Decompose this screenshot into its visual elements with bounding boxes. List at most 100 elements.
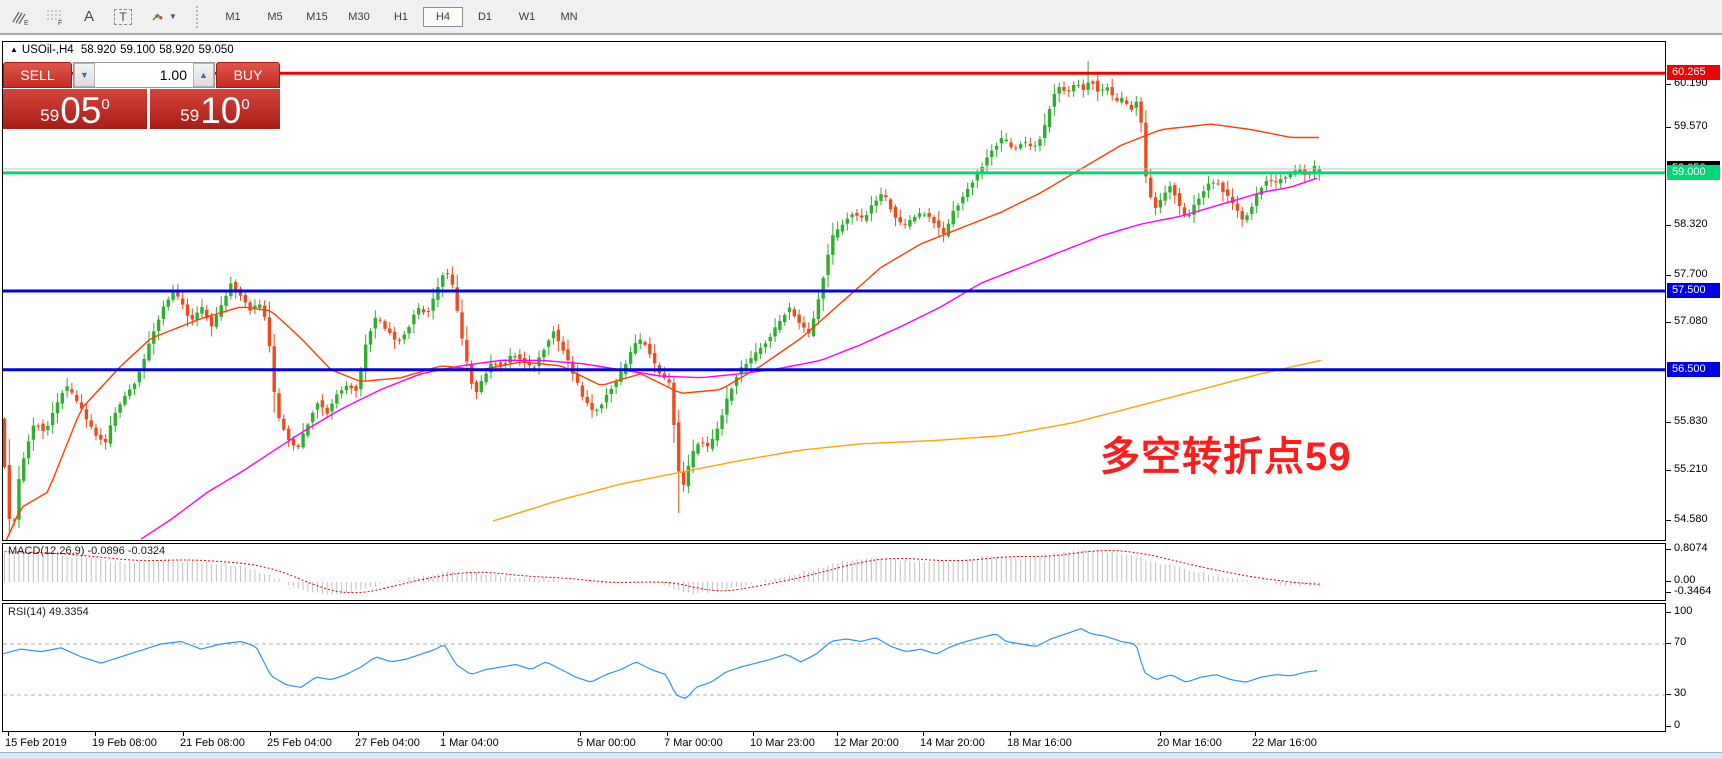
axis-label-30: 30 (1674, 687, 1686, 701)
date-tick (270, 732, 271, 736)
chart-text-annotation[interactable]: 多空转折点59 (1100, 424, 1352, 482)
date-tick (95, 732, 96, 736)
axis-tick (1666, 592, 1671, 593)
timeframe-buttons: M1M5M15M30H1H4D1W1MN (212, 7, 590, 27)
rsi-label: RSI(14) 49.3354 (8, 606, 89, 618)
axis-label-57.080: 57.080 (1674, 315, 1708, 329)
axis-tick (1666, 549, 1671, 550)
timeframe-button-m5[interactable]: M5 (255, 7, 295, 27)
grid-icon[interactable]: F (42, 5, 68, 29)
date-tick (1255, 732, 1256, 736)
axis-tick (1666, 322, 1671, 323)
date-label: 1 Mar 04:00 (440, 737, 499, 749)
buy-price-prefix: 59 (180, 107, 199, 124)
date-label: 25 Feb 04:00 (267, 737, 332, 749)
date-label: 18 Mar 16:00 (1007, 737, 1072, 749)
buy-price-main: 10 (200, 96, 241, 126)
chevron-down-icon: ▼ (169, 12, 177, 21)
date-tick (753, 732, 754, 736)
sell-button[interactable]: SELL (3, 62, 72, 88)
arrows-icon[interactable]: ▼ (144, 5, 182, 29)
axis-tick (1666, 422, 1671, 423)
sell-price-sup: 0 (101, 97, 109, 112)
volume-increase-button[interactable]: ▲ (193, 63, 214, 87)
ohlc-close: 59.050 (198, 44, 233, 56)
sell-price-main: 05 (60, 96, 101, 126)
date-label: 19 Feb 08:00 (92, 737, 157, 749)
axis-tick (1666, 643, 1671, 644)
date-label: 5 Mar 00:00 (577, 737, 636, 749)
date-tick (443, 732, 444, 736)
collapse-triangle-icon[interactable]: ▲ (10, 45, 18, 54)
rsi-indicator-window[interactable] (2, 603, 1666, 732)
timeframe-button-d1[interactable]: D1 (465, 7, 505, 27)
axis-label-70: 70 (1674, 636, 1686, 650)
date-label: 20 Mar 16:00 (1157, 737, 1222, 749)
sell-price-prefix: 59 (40, 107, 59, 124)
macd-histogram (5, 550, 1320, 595)
ma-mid-line (141, 178, 1317, 539)
toolbar: E F A T ▼ M1M5M15M30H1H4D1W1MN (0, 0, 1722, 35)
ohlc-low: 58.920 (159, 44, 194, 56)
date-axis[interactable]: 15 Feb 201919 Feb 08:0021 Feb 08:0025 Fe… (2, 732, 1666, 752)
volume-decrease-button[interactable]: ▼ (74, 63, 95, 87)
date-label: 10 Mar 23:00 (750, 737, 815, 749)
date-label: 12 Mar 20:00 (834, 737, 899, 749)
axis-label-59.570: 59.570 (1674, 120, 1708, 134)
date-tick (1010, 732, 1011, 736)
date-tick (837, 732, 838, 736)
timeframe-button-m30[interactable]: M30 (339, 7, 379, 27)
date-tick (923, 732, 924, 736)
axis-label-0: 0 (1674, 719, 1680, 733)
text-box-icon[interactable]: T (110, 5, 136, 29)
axis-label-0.8074: 0.8074 (1674, 542, 1708, 556)
buy-price-button[interactable]: 59100 (150, 89, 280, 129)
ohlc-open: 58.920 (81, 44, 116, 56)
axis-tick (1666, 520, 1671, 521)
date-tick (183, 732, 184, 736)
timeframe-button-h4[interactable]: H4 (423, 7, 463, 27)
axis-tick (1666, 84, 1671, 85)
axis-tick (1666, 612, 1671, 613)
toolbar-grip (196, 6, 206, 28)
text-label-icon[interactable]: A (76, 5, 102, 29)
indicators-icon[interactable]: E (8, 5, 34, 29)
date-label: 7 Mar 00:00 (664, 737, 723, 749)
timeframe-button-h1[interactable]: H1 (381, 7, 421, 27)
date-label: 22 Mar 16:00 (1252, 737, 1317, 749)
ohlc-high: 59.100 (120, 44, 155, 56)
axis-label-100: 100 (1674, 605, 1692, 619)
trading-terminal: E F A T ▼ M1M5M15M30H1H4D1W1MN ▲USOil-,H… (0, 0, 1722, 759)
volume-spinbox: ▼ ▲ (73, 62, 215, 88)
price-axis[interactable]: 60.19059.57058.32057.70057.08055.83055.2… (1666, 36, 1722, 752)
chart-title: ▲USOil-,H4 58.92059.10058.92059.050 (10, 44, 238, 56)
price-badge-60.265: 60.265 (1667, 65, 1720, 80)
date-tick (358, 732, 359, 736)
buy-button[interactable]: BUY (216, 62, 280, 88)
volume-input[interactable] (95, 63, 193, 87)
status-strip (0, 752, 1722, 759)
axis-tick (1666, 225, 1671, 226)
buy-price-sup: 0 (241, 97, 249, 112)
date-tick (667, 732, 668, 736)
macd-label: MACD(12,26,9) -0.0896 -0.0324 (8, 545, 165, 557)
axis-label--0.3464: -0.3464 (1674, 585, 1711, 599)
date-tick (580, 732, 581, 736)
price-badge-57.500: 57.500 (1667, 283, 1720, 298)
timeframe-button-m1[interactable]: M1 (213, 7, 253, 27)
axis-tick (1666, 726, 1671, 727)
axis-label-58.320: 58.320 (1674, 218, 1708, 232)
axis-label-57.700: 57.700 (1674, 268, 1708, 282)
timeframe-button-w1[interactable]: W1 (507, 7, 547, 27)
axis-tick (1666, 694, 1671, 695)
svg-text:F: F (58, 20, 62, 26)
axis-label-54.580: 54.580 (1674, 513, 1708, 527)
macd-indicator-window[interactable] (2, 543, 1666, 601)
axis-label-55.210: 55.210 (1674, 463, 1708, 477)
sell-price-button[interactable]: 59050 (3, 89, 147, 129)
timeframe-button-m15[interactable]: M15 (297, 7, 337, 27)
timeframe-button-mn[interactable]: MN (549, 7, 589, 27)
rsi-canvas (3, 604, 1665, 731)
axis-tick (1666, 581, 1671, 582)
price-badge-56.500: 56.500 (1667, 362, 1720, 377)
